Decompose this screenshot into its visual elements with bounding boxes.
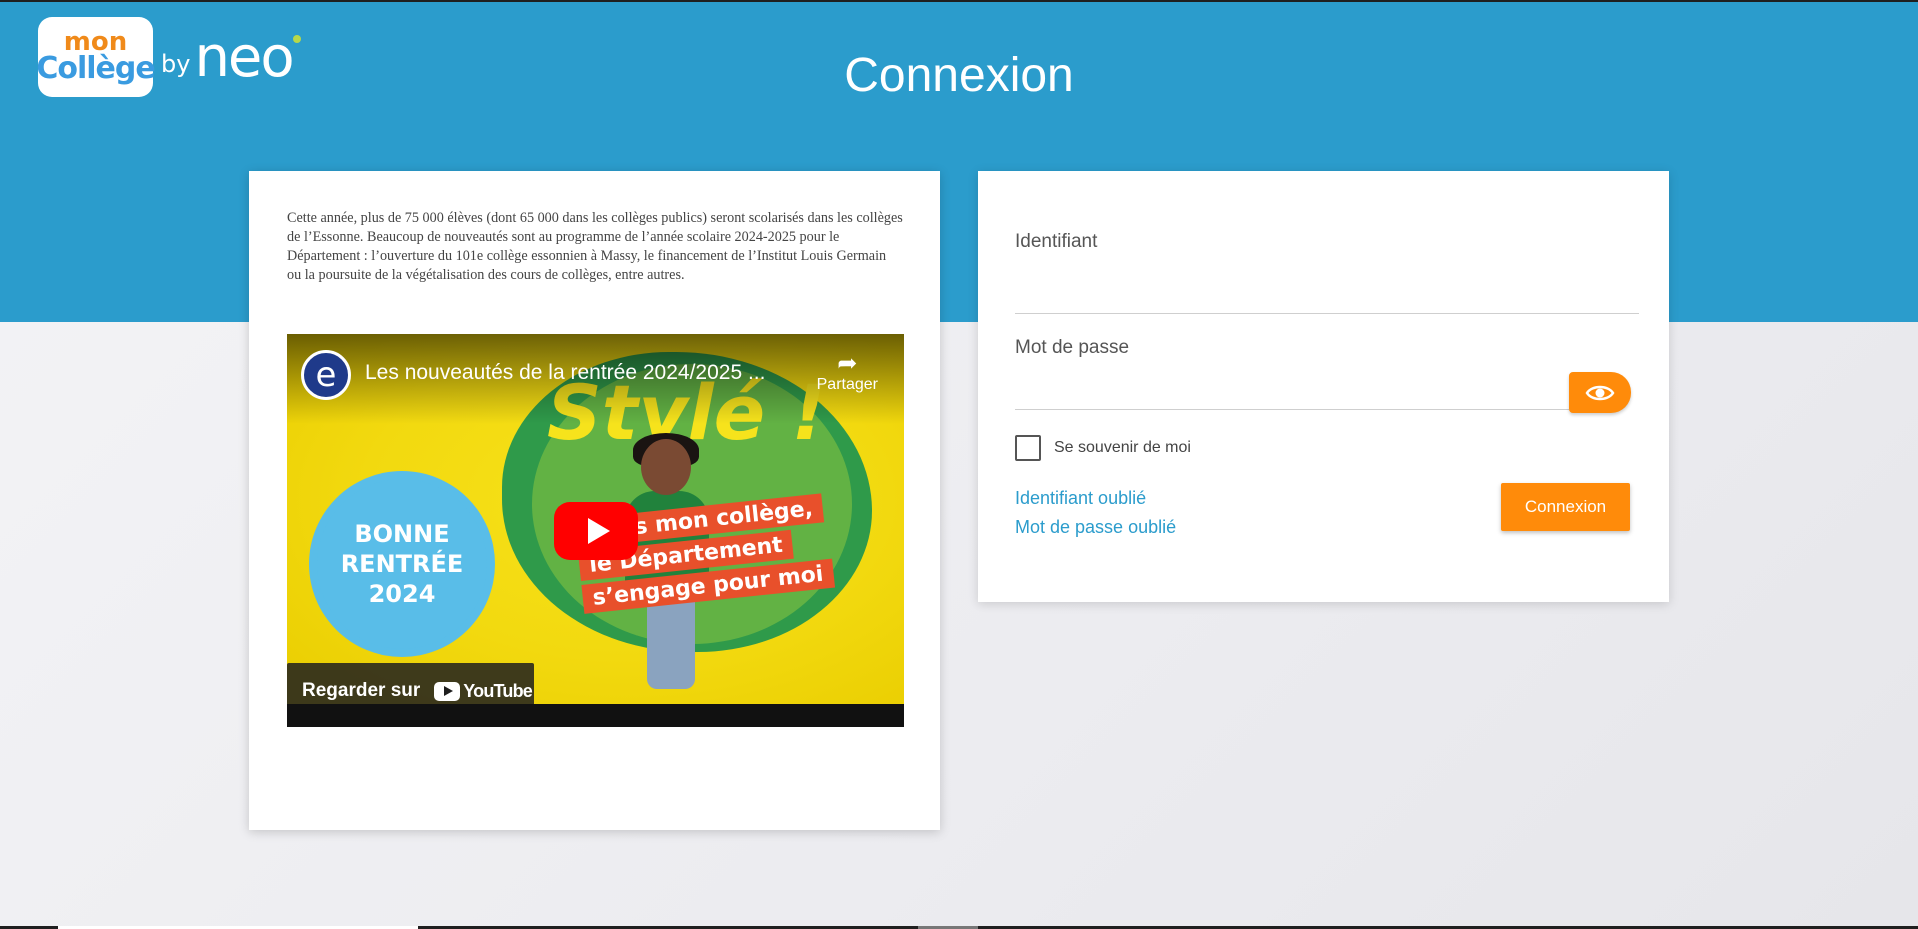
forgot-password-link[interactable]: Mot de passe oublié — [1015, 517, 1176, 538]
password-label: Mot de passe — [1015, 337, 1130, 358]
share-button[interactable]: ➦ Partager — [817, 352, 878, 394]
remember-me-label[interactable]: Se souvenir de moi — [1054, 439, 1191, 457]
thumbnail-badge: BONNE RENTRÉE 2024 — [317, 479, 487, 649]
login-submit-button[interactable]: Connexion — [1501, 483, 1630, 531]
share-icon: ➦ — [837, 350, 858, 377]
username-input[interactable] — [1015, 261, 1639, 303]
video-thumbnail[interactable]: e Les nouveautés de la rentrée 2024/2025… — [287, 334, 904, 704]
youtube-embed[interactable]: e Les nouveautés de la rentrée 2024/2025… — [287, 334, 904, 727]
password-input[interactable] — [1015, 367, 1569, 407]
youtube-logo: YouTube — [434, 680, 533, 702]
youtube-play-icon — [434, 681, 461, 701]
login-card: Identifiant Mot de passe Se souvenir de … — [978, 171, 1669, 602]
forgot-username-link[interactable]: Identifiant oublié — [1015, 488, 1146, 509]
username-label: Identifiant — [1015, 231, 1098, 252]
channel-avatar[interactable]: e — [301, 350, 351, 400]
username-underline — [1015, 313, 1639, 314]
watch-on-youtube-button[interactable]: Regarder sur YouTube — [287, 663, 534, 704]
show-password-button[interactable] — [1569, 372, 1631, 413]
window-top-border — [0, 0, 1918, 2]
share-label: Partager — [816, 376, 878, 393]
password-underline — [1015, 409, 1569, 410]
eye-icon — [1585, 385, 1615, 400]
play-icon — [588, 518, 610, 544]
page-title: Connexion — [844, 49, 1074, 102]
remember-me-checkbox[interactable] — [1015, 435, 1041, 461]
video-title[interactable]: Les nouveautés de la rentrée 2024/2025 .… — [365, 361, 765, 385]
youtube-wordmark: YouTube — [463, 680, 533, 701]
watch-label: Regarder sur — [302, 680, 421, 701]
news-card: Cette année, plus de 75 000 élèves (dont… — [249, 171, 940, 830]
play-button[interactable] — [554, 502, 638, 560]
news-text: Cette année, plus de 75 000 élèves (dont… — [287, 210, 903, 283]
